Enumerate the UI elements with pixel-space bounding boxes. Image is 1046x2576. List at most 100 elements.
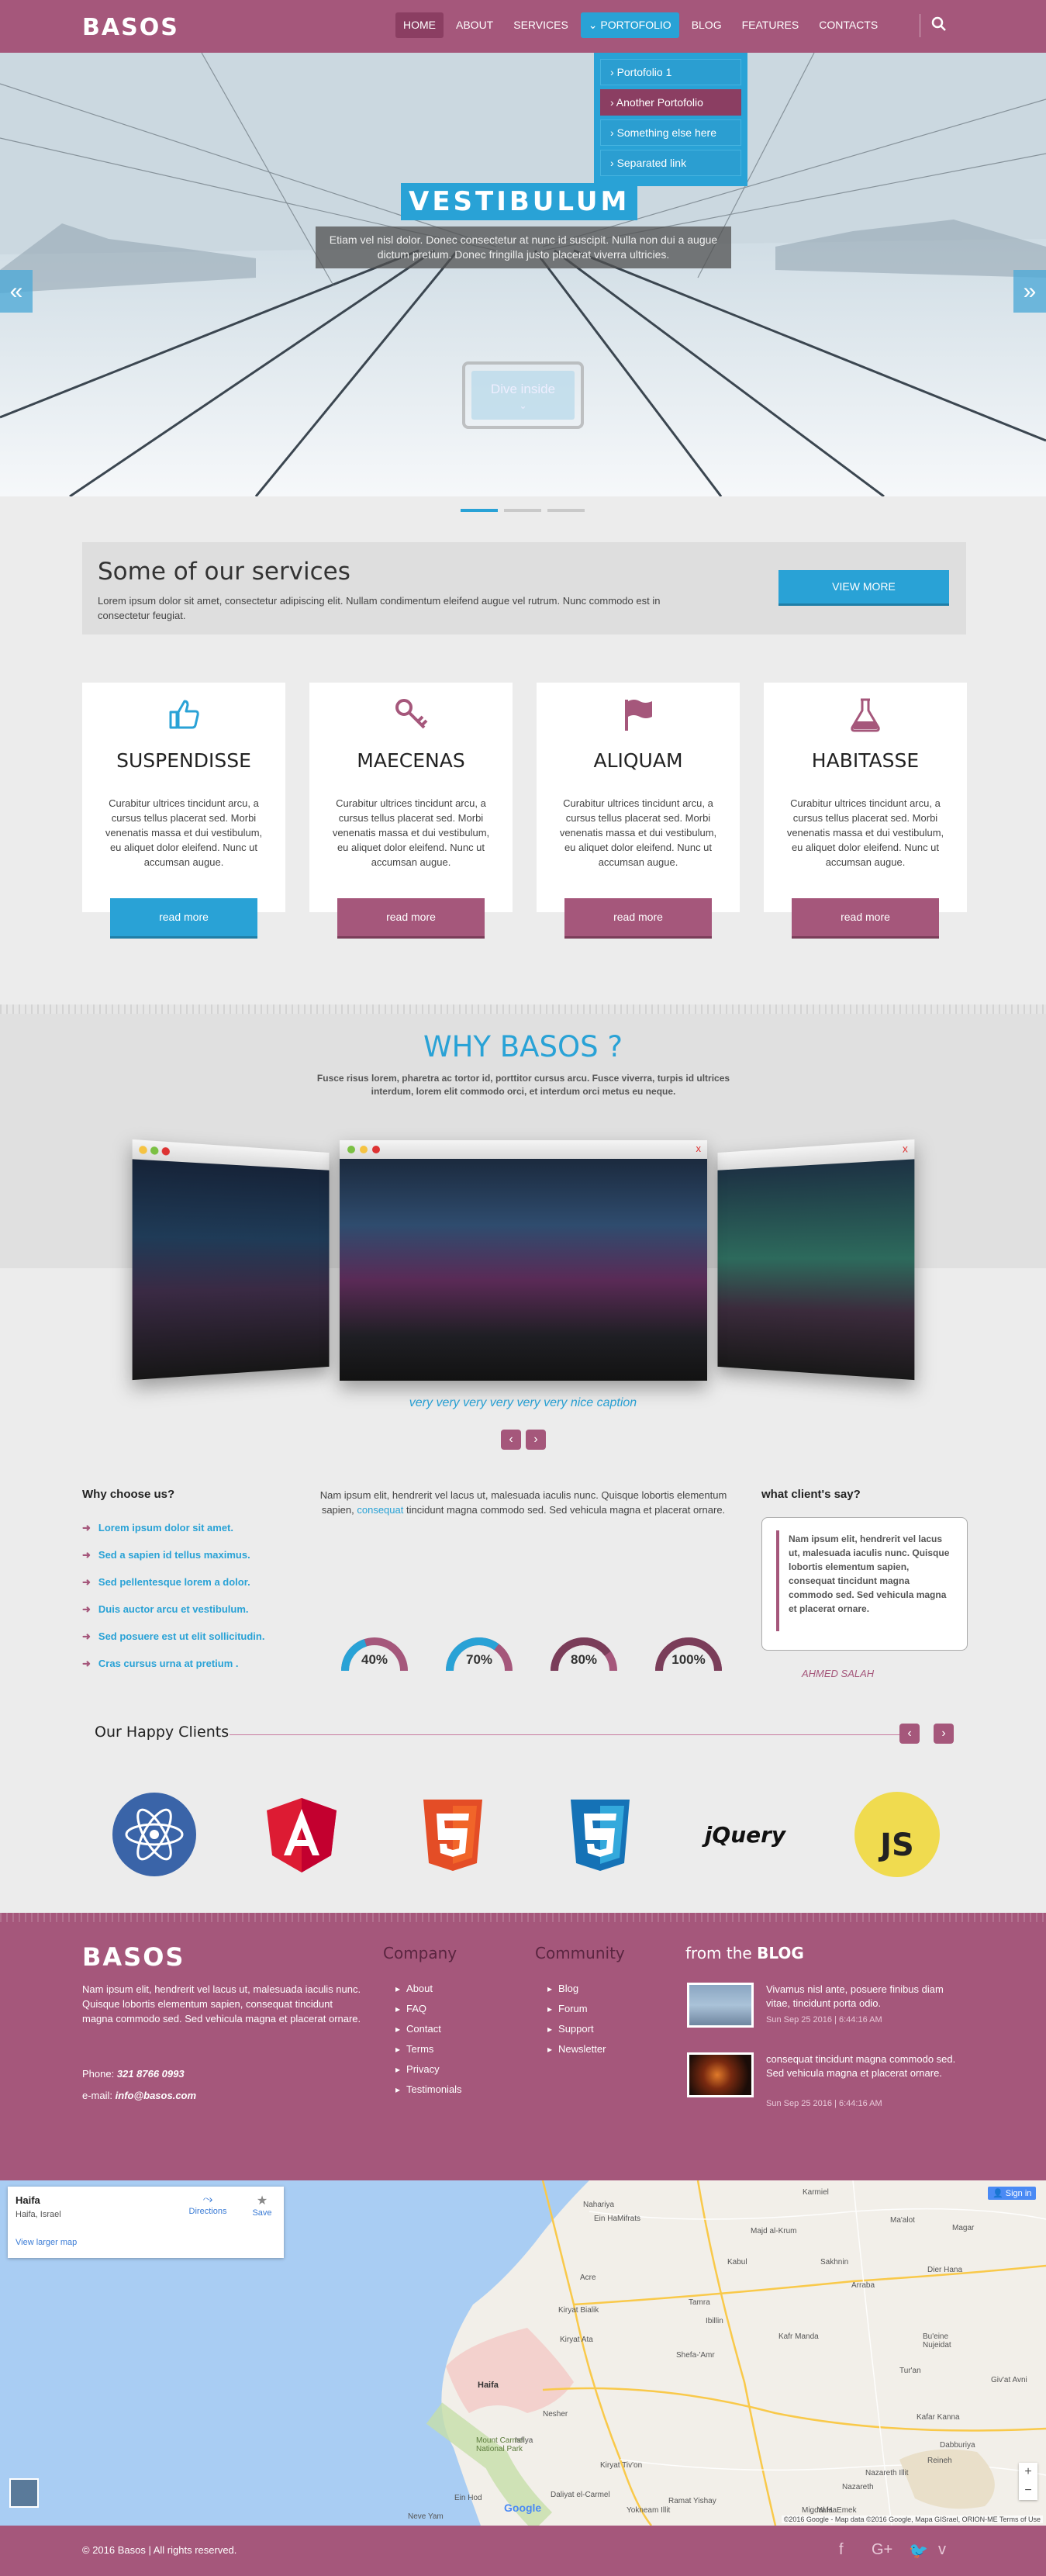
map-label: Tamra	[689, 2298, 710, 2307]
list-item[interactable]: ➜ Cras cursus urna at pretium .	[82, 1658, 264, 1685]
nav-about[interactable]: ABOUT	[448, 12, 501, 38]
caret-right-icon: ▸	[395, 2044, 401, 2055]
read-more-button[interactable]: read more	[337, 898, 485, 939]
showcase-window-left[interactable]	[132, 1139, 330, 1381]
caret-right-icon: ▸	[547, 2044, 553, 2055]
city-photo	[132, 1159, 330, 1381]
map-label: Ma'alot	[890, 2216, 915, 2225]
nav-home[interactable]: HOME	[395, 12, 444, 38]
google-plus-icon[interactable]: G+	[872, 2541, 892, 2559]
slider-dot[interactable]	[547, 509, 585, 512]
facebook-icon[interactable]: f	[839, 2541, 844, 2559]
nav-portofolio-label: PORTOFOLIO	[600, 19, 671, 31]
footer-link-faq[interactable]: ▸ FAQ	[395, 2003, 462, 2023]
carousel-next-button[interactable]: ›	[526, 1430, 546, 1450]
map-label: Yokneam Illit	[627, 2506, 671, 2515]
flask-icon	[851, 698, 880, 732]
jquery-logo[interactable]: jQuery	[693, 1792, 797, 1877]
search-icon[interactable]	[930, 16, 948, 33]
brand-logo[interactable]: BASOS	[82, 14, 179, 41]
map-label: Dier Hana	[927, 2266, 963, 2274]
blog-post-date: Sun Sep 25 2016 | 6:44:16 AM	[766, 2015, 882, 2024]
footer-link-terms[interactable]: ▸ Terms	[395, 2043, 462, 2063]
slider-prev-button[interactable]: «	[0, 270, 33, 313]
window-dot	[360, 1146, 368, 1153]
zoom-in-button[interactable]: +	[1019, 2463, 1037, 2481]
carousel-prev-button[interactable]: ‹	[501, 1430, 521, 1450]
footer-link-blog[interactable]: ▸ Blog	[547, 1983, 606, 2003]
angular-logo[interactable]	[259, 1792, 344, 1877]
sign-in-label: Sign in	[1005, 2189, 1032, 2198]
clients-next-button[interactable]: ›	[934, 1724, 954, 1744]
map-label: Kiryat Tiv'on	[600, 2461, 643, 2470]
view-more-button[interactable]: VIEW MORE	[778, 570, 949, 606]
read-more-button[interactable]: read more	[792, 898, 939, 939]
read-more-button[interactable]: read more	[110, 898, 257, 939]
skills-link[interactable]: consequat	[357, 1504, 403, 1516]
js-logo-text: JS	[880, 1827, 914, 1863]
caret-right-icon: ▸	[395, 2004, 401, 2014]
nav-portofolio[interactable]: ⌄ PORTOFOLIO	[580, 12, 679, 38]
dropdown-item-something-else[interactable]: › Something else here	[600, 119, 741, 146]
html5-logo[interactable]	[410, 1792, 495, 1877]
dropdown-item-separated-link[interactable]: › Separated link	[600, 150, 741, 176]
view-larger-map-link[interactable]: View larger map	[16, 2238, 77, 2247]
hero-slider: VESTIBULUM Etiam vel nisl dolor. Donec c…	[0, 53, 1046, 496]
footer-link-about[interactable]: ▸ About	[395, 1983, 462, 2003]
twitter-icon[interactable]: 🐦	[909, 2541, 928, 2560]
blog-thumbnail[interactable]	[687, 2052, 754, 2097]
skill-gauge-label: 40%	[361, 1652, 388, 1667]
footer-logo[interactable]: BASOS	[82, 1942, 185, 1972]
footer-link-testimonials[interactable]: ▸ Testimonials	[395, 2083, 462, 2104]
list-item[interactable]: ➜ Sed posuere est ut elit sollicitudin.	[82, 1630, 264, 1658]
nav-services[interactable]: SERVICES	[506, 12, 576, 38]
map-label: Kabul	[727, 2258, 747, 2267]
dive-inside-button[interactable]: Dive inside ⌄	[462, 361, 584, 429]
css3-logo[interactable]	[558, 1792, 643, 1877]
map-label: Isfiya	[515, 2436, 533, 2445]
footer-link-label: FAQ	[406, 2003, 427, 2014]
slider-dot[interactable]	[504, 509, 541, 512]
footer-link-label: Blog	[558, 1983, 579, 1994]
clients-prev-button[interactable]: ‹	[899, 1724, 920, 1744]
map-directions-button[interactable]: ⤳ Directions	[185, 2193, 231, 2216]
map-label: Dabburiya	[940, 2441, 975, 2450]
dropdown-item-another-portofolio[interactable]: › Another Portofolio	[600, 89, 741, 116]
service-card-title: MAECENAS	[357, 749, 465, 772]
list-item[interactable]: ➜ Sed pellentesque lorem a dolor.	[82, 1576, 264, 1603]
map-label: Ramat Yishay	[668, 2497, 716, 2505]
footer-link-forum[interactable]: ▸ Forum	[547, 2003, 606, 2023]
read-more-button[interactable]: read more	[564, 898, 712, 939]
slider-dot[interactable]	[461, 509, 498, 512]
js-logo[interactable]: JS	[854, 1792, 940, 1877]
email-value[interactable]: info@basos.com	[116, 2090, 196, 2101]
map-label: Nazareth	[842, 2483, 874, 2491]
list-item[interactable]: ➜ Sed a sapien id tellus maximus.	[82, 1549, 264, 1576]
google-map[interactable]: Haifa Karmiel Nahariya Acre Kiryat Ata K…	[0, 2180, 1046, 2526]
footer-link-support[interactable]: ▸ Support	[547, 2023, 606, 2043]
map-save-button[interactable]: ★ Save	[247, 2193, 278, 2218]
zoom-out-button[interactable]: −	[1019, 2481, 1037, 2500]
chevron-left-icon: ‹	[907, 1727, 912, 1740]
vimeo-icon[interactable]: v	[938, 2541, 946, 2559]
showcase-window-right[interactable]: x	[717, 1139, 915, 1381]
react-logo[interactable]	[112, 1792, 197, 1877]
blog-post-title[interactable]: Vivamus nisl ante, posuere finibus diam …	[766, 1983, 968, 2011]
map-sign-in-button[interactable]: 👤 Sign in	[988, 2187, 1037, 2200]
nav-blog[interactable]: BLOG	[684, 12, 730, 38]
nav-features[interactable]: FEATURES	[734, 12, 807, 38]
blog-thumbnail[interactable]	[687, 1983, 754, 2028]
map-satellite-toggle[interactable]	[9, 2478, 39, 2508]
footer-link-newsletter[interactable]: ▸ Newsletter	[547, 2043, 606, 2063]
nav-contacts[interactable]: CONTACTS	[811, 12, 885, 38]
footer-link-contact[interactable]: ▸ Contact	[395, 2023, 462, 2043]
footer-link-privacy[interactable]: ▸ Privacy	[395, 2063, 462, 2083]
list-item[interactable]: ➜ Lorem ipsum dolor sit amet.	[82, 1522, 264, 1549]
blog-post-title[interactable]: consequat tincidunt magna commodo sed. S…	[766, 2052, 968, 2080]
map-label: Kiryat Ata	[560, 2336, 593, 2344]
dropdown-item-portofolio-1[interactable]: › Portofolio 1	[600, 59, 741, 85]
city-photo	[340, 1159, 707, 1381]
slider-next-button[interactable]: »	[1013, 270, 1046, 313]
showcase-window-center[interactable]: x	[340, 1140, 707, 1381]
list-item[interactable]: ➜ Duis auctor arcu et vestibulum.	[82, 1603, 264, 1630]
